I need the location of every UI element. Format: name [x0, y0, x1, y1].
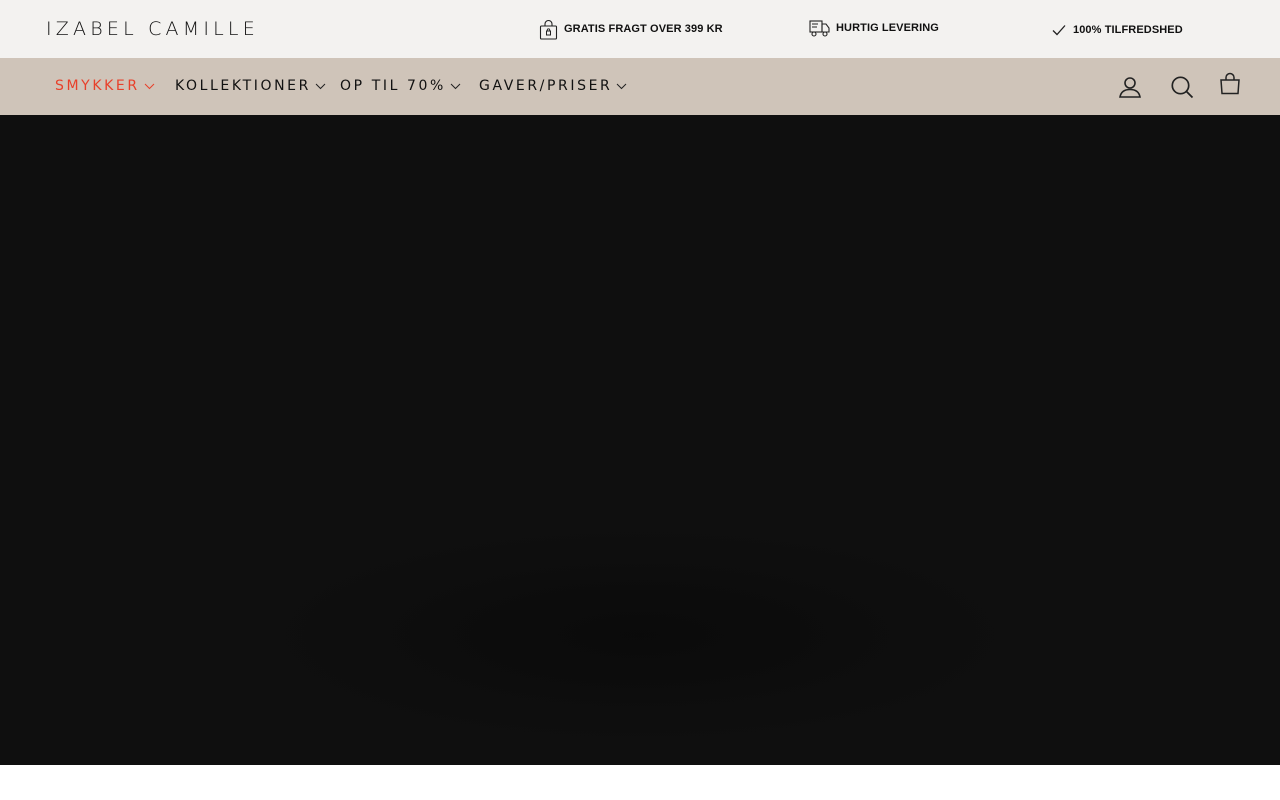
delivery-truck-icon — [809, 20, 830, 37]
nav-item-label: GAVER/PRISER — [479, 78, 613, 94]
nav-item-kollektioner[interactable]: KOLLEKTIONER — [175, 77, 326, 95]
hero-banner[interactable] — [0, 115, 1280, 765]
announcement-bar: IZABEL CAMILLE GRATIS FRAGT OVER 399 KR … — [0, 0, 1280, 58]
usp-free-shipping: GRATIS FRAGT OVER 399 KR — [539, 18, 723, 40]
nav-item-label: OP TIL 70% — [340, 78, 446, 94]
nav-item-smykker[interactable]: SMYKKER — [55, 77, 155, 95]
usp-label: HURTIG LEVERING — [836, 22, 939, 34]
hero-image — [260, 525, 1020, 745]
search-icon[interactable] — [1170, 75, 1194, 99]
usp-label: GRATIS FRAGT OVER 399 KR — [564, 23, 723, 35]
brand-logo[interactable]: IZABEL CAMILLE — [46, 18, 259, 40]
main-navigation: SMYKKER KOLLEKTIONER OP TIL 70% GAVER/PR… — [0, 58, 1280, 115]
cart-icon[interactable] — [1219, 72, 1241, 96]
checkmark-icon — [1052, 25, 1066, 36]
account-icon[interactable] — [1118, 75, 1142, 99]
usp-satisfaction: 100% TILFREDSHED — [1051, 19, 1183, 41]
nav-item-gaver-priser[interactable]: GAVER/PRISER — [479, 77, 627, 95]
chevron-down-icon — [315, 83, 326, 89]
shopping-bag-lock-icon — [539, 19, 558, 40]
usp-fast-delivery: HURTIG LEVERING — [809, 17, 939, 39]
content-section — [0, 765, 1280, 800]
usp-label: 100% TILFREDSHED — [1073, 24, 1183, 36]
chevron-down-icon — [144, 83, 155, 89]
nav-item-label: SMYKKER — [55, 78, 140, 94]
chevron-down-icon — [450, 83, 461, 89]
chevron-down-icon — [617, 83, 627, 89]
nav-item-label: KOLLEKTIONER — [175, 78, 311, 94]
nav-item-op-til-70[interactable]: OP TIL 70% — [340, 77, 461, 95]
